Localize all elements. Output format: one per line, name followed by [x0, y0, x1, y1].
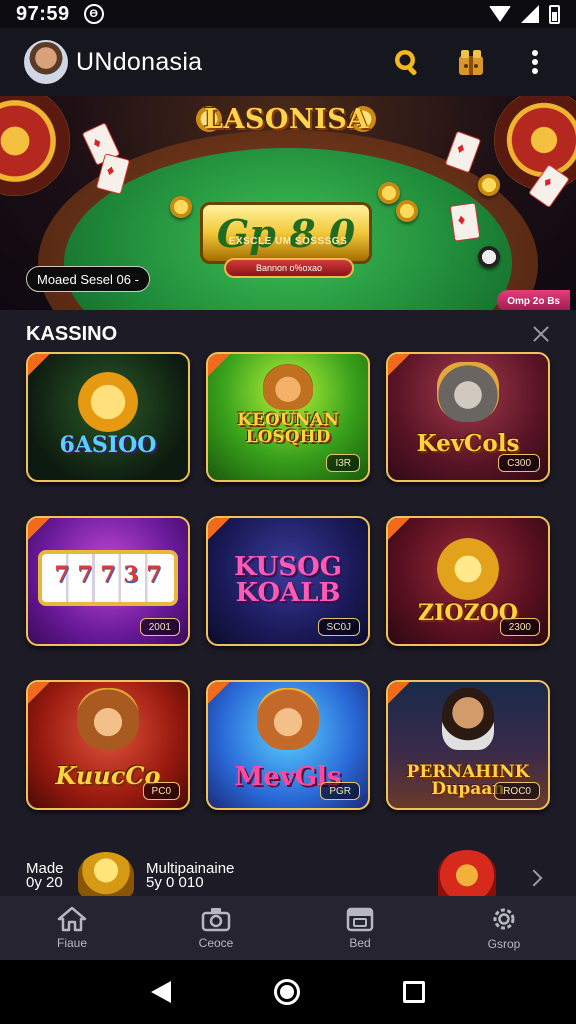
- tile-title: KEOUNAN LOSQHD: [237, 410, 339, 447]
- playing-card: [449, 202, 481, 242]
- nav-item-home[interactable]: Fiaue: [32, 906, 112, 950]
- nav-item-settings[interactable]: Gsrop: [464, 905, 544, 951]
- recent-apps-icon[interactable]: [402, 981, 425, 1003]
- tile-title: KUSOG KOALB: [234, 552, 342, 608]
- status-time: 97:59: [16, 2, 70, 25]
- nav-item-casino[interactable]: Ceoce: [176, 906, 256, 950]
- banner-subtitle: EXSCLE UM SOSSSGS: [228, 236, 348, 247]
- home-button-icon[interactable]: [273, 979, 300, 1005]
- game-tile[interactable]: KEOUNAN LOSQHD I3R: [206, 352, 370, 482]
- signal-icon: [521, 5, 539, 23]
- casino-chip: [478, 246, 500, 268]
- casino-chip: [396, 200, 418, 222]
- lion-mascot-icon: [263, 364, 313, 410]
- wifi-icon: [489, 6, 511, 22]
- nav-label: Ceoce: [198, 936, 234, 950]
- nav-label: Gsrop: [487, 937, 521, 951]
- casino-chip: [478, 174, 500, 196]
- status-bar: 97:59 Ɵ: [0, 0, 576, 28]
- chevron-right-icon[interactable]: [525, 869, 543, 887]
- tile-corner-ribbon: [28, 354, 50, 376]
- tile-tag: 2300: [499, 618, 540, 636]
- tile-tag: 2001: [139, 618, 180, 636]
- tile-tag: ROC0: [494, 782, 540, 800]
- nav-item-bet[interactable]: Bed: [320, 906, 400, 950]
- tile-tag: PGR: [320, 782, 360, 800]
- nav-label: Bed: [349, 936, 371, 950]
- game-tile[interactable]: 6ASIOO: [26, 352, 190, 482]
- tile-corner-ribbon: [208, 682, 230, 704]
- promo-left-text: Made 0y 20: [26, 861, 64, 891]
- coin-icon: [78, 372, 138, 432]
- wolf-mascot-icon: [437, 362, 499, 422]
- status-icons: [489, 4, 560, 24]
- gift-icon[interactable]: [454, 45, 488, 79]
- tile-title: 7 7 7 3 7: [54, 562, 162, 588]
- game-grid: 6ASIOO KEOUNAN LOSQHD I3R KevCols C300 7…: [26, 352, 550, 810]
- promo-banner[interactable]: LASONISA Gp 8 0 EXSCLE UM SOSSSGS Bannon…: [0, 96, 576, 310]
- game-tile[interactable]: ZIOZOO 2300: [386, 516, 550, 646]
- casino-chip: [378, 182, 400, 204]
- nav-label: Fiaue: [56, 936, 88, 950]
- more-vert-icon[interactable]: [518, 45, 552, 79]
- casino-section: KASSINO 6ASIOO KEOUNAN LOSQHD I3R KevCol…: [0, 310, 576, 898]
- tile-title: KevCols: [416, 430, 520, 457]
- promo-mid-line2: 5y 0 010: [146, 874, 204, 891]
- section-header: KASSINO: [26, 322, 550, 346]
- system-nav-bar: [0, 960, 576, 1024]
- back-icon[interactable]: [151, 981, 172, 1003]
- banner-logo: Gp 8 0: [200, 202, 372, 264]
- bottom-nav: Fiaue Ceoce Bed Gsrop: [0, 896, 576, 960]
- search-icon[interactable]: [390, 45, 424, 79]
- character-portrait: [442, 688, 494, 750]
- game-tile[interactable]: PERNAHINK Dupaan ROC0: [386, 680, 550, 810]
- promo-left-line2: 0y 20: [26, 874, 63, 891]
- avatar[interactable]: [24, 40, 68, 84]
- tile-corner-ribbon: [28, 682, 50, 704]
- tile-corner-ribbon: [208, 354, 230, 376]
- tile-tag: SC0J: [317, 618, 360, 636]
- promo-mid-text: Multipainaine 5y 0 010: [146, 861, 234, 891]
- game-tile[interactable]: MevGls PGR: [206, 680, 370, 810]
- battery-icon: [549, 4, 560, 24]
- lion-mascot-icon: [77, 688, 139, 750]
- banner-cta-button[interactable]: Bannon o%oxao: [224, 258, 354, 278]
- tile-tag: C300: [498, 454, 540, 472]
- settings-icon: [493, 908, 515, 930]
- camera-icon: [201, 908, 231, 932]
- tiger-badge-icon: [438, 850, 496, 896]
- game-tile[interactable]: KUSOG KOALB SC0J: [206, 516, 370, 646]
- calendar-icon: [346, 907, 374, 932]
- notification-icon: Ɵ: [83, 4, 104, 24]
- lion-mascot-icon: [257, 688, 319, 750]
- app-bar: UNdonasia: [0, 28, 576, 96]
- tile-title: 6ASIOO: [59, 432, 157, 458]
- roulette-wheel-left: [0, 96, 70, 196]
- tile-corner-ribbon: [28, 518, 50, 540]
- home-icon: [57, 906, 87, 932]
- coin-icon: [437, 538, 499, 600]
- tile-corner-ribbon: [208, 518, 230, 540]
- game-tile[interactable]: 7 7 7 3 7 2001: [26, 516, 190, 646]
- tile-corner-ribbon: [388, 682, 410, 704]
- app-title: UNdonasia: [76, 47, 203, 76]
- section-title: KASSINO: [26, 322, 118, 345]
- tile-tag: PC0: [142, 782, 180, 800]
- trophy-icon: [78, 852, 134, 898]
- tile-tag: I3R: [326, 454, 360, 472]
- tile-corner-ribbon: [388, 354, 410, 376]
- game-tile[interactable]: KevCols C300: [386, 352, 550, 482]
- casino-chip: [170, 196, 192, 218]
- promo-row[interactable]: Made 0y 20 Multipainaine 5y 0 010: [0, 850, 576, 898]
- close-icon[interactable]: [532, 325, 550, 343]
- game-tile[interactable]: KuucCo PC0: [26, 680, 190, 810]
- tile-corner-ribbon: [388, 518, 410, 540]
- banner-badge[interactable]: Omp 2o Bs: [497, 290, 570, 310]
- banner-info-chip[interactable]: Moaed Sesel 06 ‑: [26, 266, 150, 292]
- banner-brand: LASONISA: [204, 104, 369, 135]
- banner-logo-text: Gp 8 0: [216, 210, 356, 256]
